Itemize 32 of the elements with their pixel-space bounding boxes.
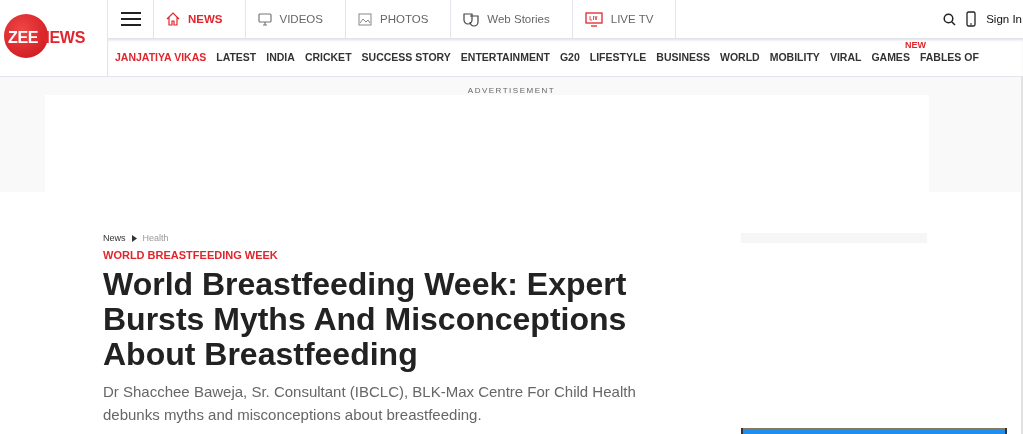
search-icon[interactable] [943,12,957,26]
article-kicker: WORLD BREASTFEEDING WEEK [103,249,279,261]
category-link[interactable]: MOBILITY [769,51,820,63]
mobile-phone-icon[interactable] [966,11,977,27]
top-nav-tab[interactable]: Web Stories [451,0,573,38]
category-link[interactable]: LIFESTYLE [589,51,647,63]
top-nav-tab[interactable]: VIDEOS [245,0,346,38]
top-nav-tab[interactable]: NEWS [154,0,246,38]
category-link[interactable]: FABLES OF [919,51,979,63]
category-link[interactable]: JANJATIYA VIKAS [115,51,207,63]
top-nav-tab[interactable]: LIVE TV [572,0,677,38]
article-summary: Dr Shacchee Baweja, Sr. Consultant (IBCLC), BLK-Max Centre For Child Health debunks myths and misconceptions about breastfeeding. [103,382,637,425]
top-nav-tab[interactable]: PHOTOS [345,0,452,38]
article-headline: World Breastfeeding Week: Expert Bursts Myths And Misconceptions About Breastfeeding [103,267,628,372]
category-link[interactable]: LATEST [216,51,257,63]
monitor-icon [257,12,272,26]
image-icon [357,12,372,26]
home-icon [166,12,180,26]
sign-in-link[interactable]: Sign In [986,13,1023,25]
category-link[interactable]: CRICKET [304,51,352,63]
category-link[interactable]: SUCCESS STORY [361,51,451,63]
category-link[interactable]: INDIA [266,51,295,63]
breadcrumb-link[interactable]: News [103,233,126,243]
live-tv-icon [584,11,603,27]
category-link[interactable]: VIRAL [829,51,862,63]
category-link[interactable]: G20 [559,51,580,63]
category-link[interactable]: WORLD [720,51,760,63]
category-link[interactable]: BUSINESS [656,51,711,63]
caret-icon [131,234,137,242]
theater-masks-icon [463,11,480,27]
category-link[interactable]: ENTERTAINMENT [460,51,550,63]
advertisement-label: ADVERTISEMENT [467,87,556,95]
